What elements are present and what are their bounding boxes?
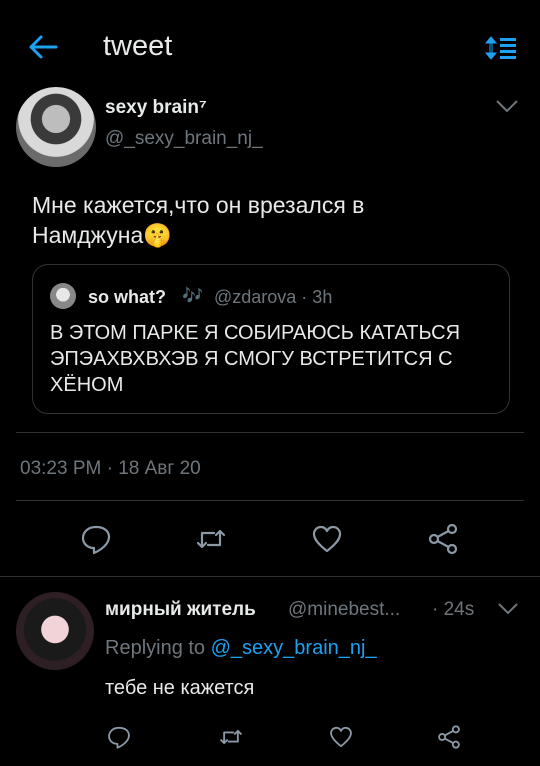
reply-author-handle[interactable]: @minebest... <box>288 599 400 621</box>
reply-icon[interactable] <box>79 522 113 556</box>
quoted-tweet-text: В ЭТОМ ПАРКЕ Я СОБИРАЮСЬ КАТАТЬСЯ ЭПЭАХВ… <box>50 322 461 396</box>
divider <box>16 432 524 433</box>
reply-author-avatar[interactable] <box>16 592 94 670</box>
divider <box>16 500 524 501</box>
replying-to-line: Replying to @_sexy_brain_nj_ <box>105 637 377 660</box>
reply-author-name[interactable]: мирный житель <box>105 599 256 621</box>
retweet-icon[interactable] <box>194 522 228 556</box>
heart-icon[interactable] <box>310 522 344 556</box>
replying-to-handle[interactable]: @_sexy_brain_nj_ <box>211 637 377 659</box>
retweet-icon[interactable] <box>218 724 244 750</box>
quoted-author-avatar <box>50 283 76 309</box>
back-arrow-icon[interactable] <box>26 30 60 64</box>
author-name[interactable]: sexy brain⁷ <box>105 97 207 119</box>
reply-time: · 24s <box>432 599 475 620</box>
sort-icon[interactable] <box>484 34 518 62</box>
reply-text: тебе не кажется <box>105 677 255 699</box>
music-note-emoji: 🎶 <box>182 286 204 305</box>
reply-icon[interactable] <box>106 724 132 750</box>
quoted-author-name: so what? <box>88 287 167 307</box>
tweet-text: Мне кажется,что он врезался в Намджуна🤫 <box>32 192 365 248</box>
page-title: tweet <box>103 30 173 62</box>
divider <box>0 576 540 577</box>
author-avatar[interactable] <box>16 87 96 167</box>
heart-icon[interactable] <box>328 724 354 750</box>
quoted-handle-time: @zdarova · 3h <box>214 287 333 307</box>
replying-to-prefix: Replying to <box>105 637 206 659</box>
author-handle[interactable]: @_sexy_brain_nj_ <box>105 128 263 150</box>
share-icon[interactable] <box>436 724 462 750</box>
tweet-timestamp: 03:23 PM · 18 Авг 20 <box>20 458 201 479</box>
share-icon[interactable] <box>426 522 460 556</box>
chevron-down-icon[interactable] <box>496 600 520 618</box>
chevron-down-icon[interactable] <box>494 96 520 116</box>
